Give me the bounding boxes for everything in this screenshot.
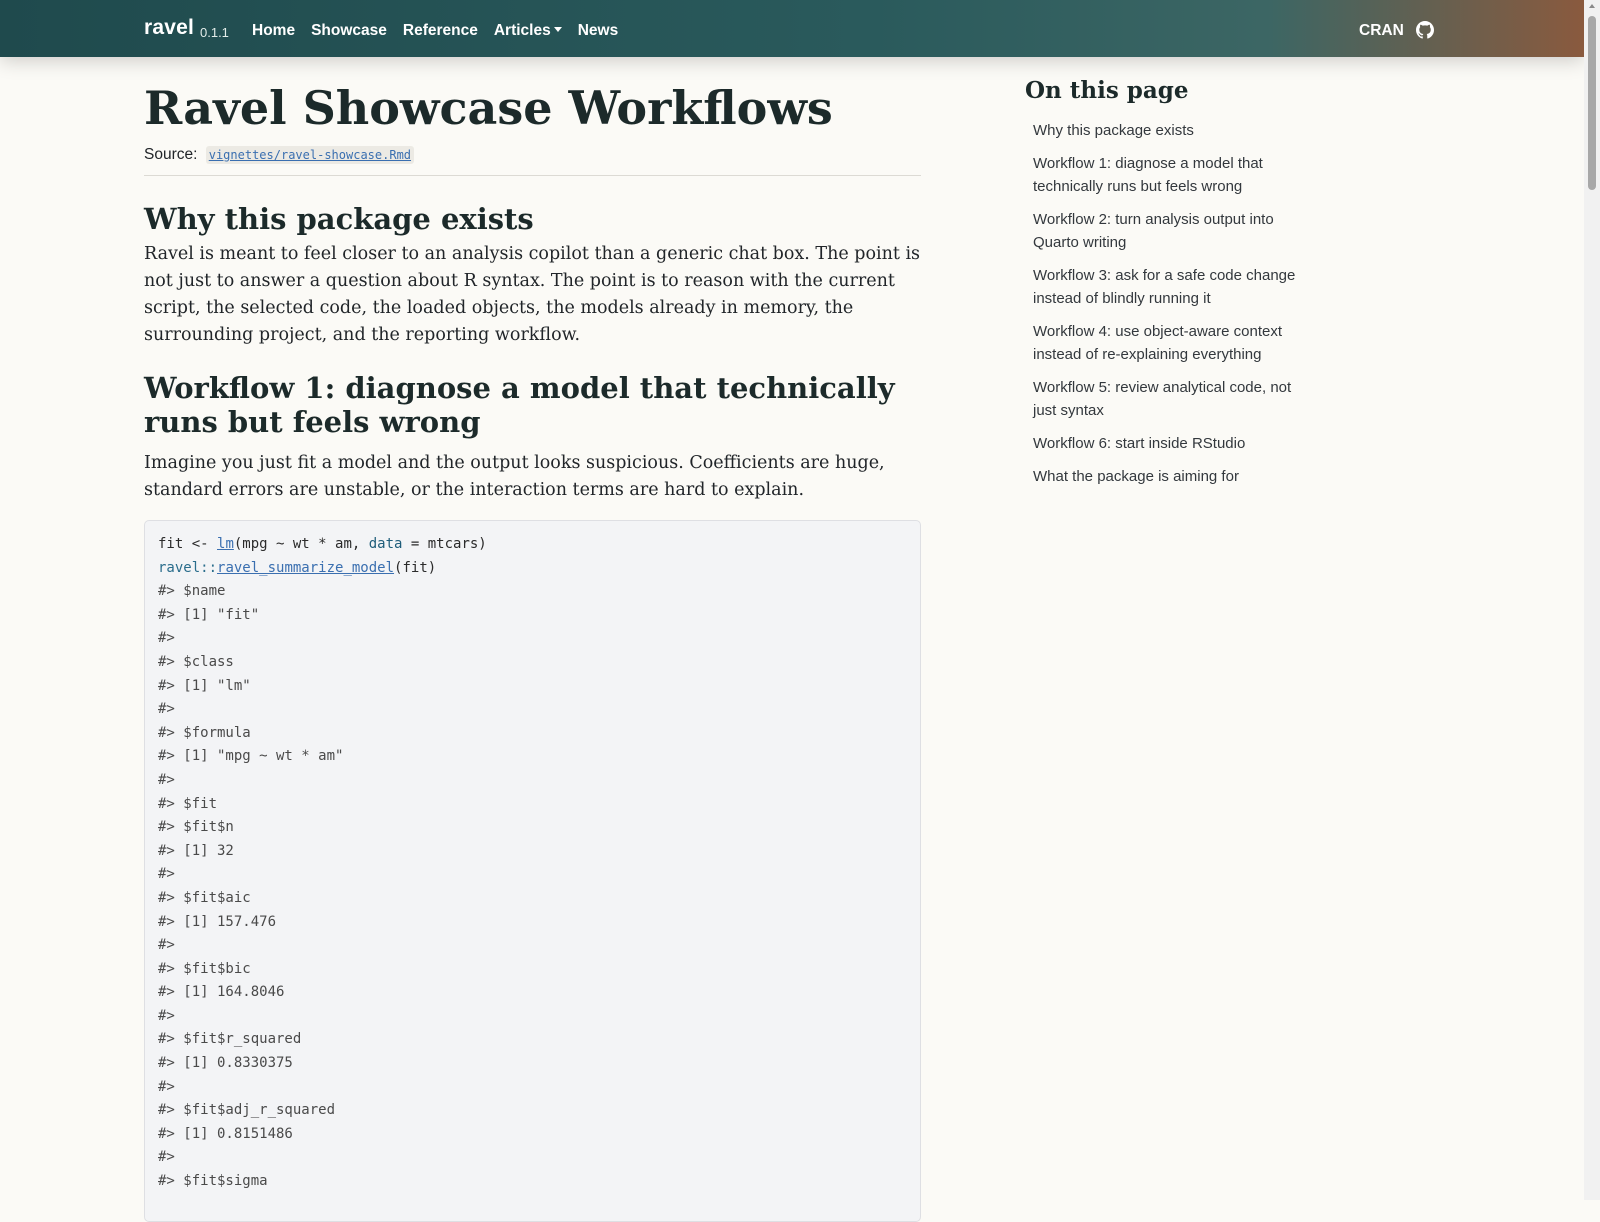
toc-item[interactable]: What the package is aiming for: [1033, 465, 1315, 488]
toc-item[interactable]: Workflow 3: ask for a safe code change i…: [1033, 264, 1315, 310]
code-block: fit <- lm(mpg ~ wt * am, data = mtcars) …: [144, 520, 921, 1222]
source-file-link[interactable]: vignettes/ravel-showcase.Rmd: [205, 146, 415, 164]
code-output-line: #> [1] "lm": [158, 677, 251, 694]
nav-cran[interactable]: CRAN: [1359, 22, 1404, 40]
code-output-line: #>: [158, 1078, 175, 1095]
nav-news[interactable]: News: [578, 22, 619, 40]
toc-item[interactable]: Workflow 1: diagnose a model that techni…: [1033, 152, 1315, 198]
code-token: = mtcars): [402, 536, 487, 552]
code-output-line: #> [1] 0.8330375: [158, 1055, 293, 1072]
code-output-line: #> $fit$aic: [158, 889, 251, 906]
toc-item[interactable]: Workflow 2: turn analysis output into Qu…: [1033, 208, 1315, 254]
code-namespace: ravel::: [158, 559, 218, 576]
lm-function-link[interactable]: lm: [217, 536, 234, 552]
page-title: Ravel Showcase Workflows: [144, 81, 833, 135]
nav-links: Home Showcase Reference Articles News: [252, 22, 634, 40]
section-body-why: Ravel is meant to feel closer to an anal…: [144, 244, 921, 345]
toc-item[interactable]: Workflow 6: start inside RStudio: [1033, 432, 1315, 455]
code-output-line: #>: [158, 630, 175, 647]
code-output-line: #> [1] 157.476: [158, 913, 277, 930]
code-token: fit <-: [158, 536, 218, 552]
code-output-line: #> $class: [158, 653, 234, 670]
version-badge: 0.1.1: [200, 25, 229, 40]
nav-showcase[interactable]: Showcase: [311, 22, 387, 40]
code-output-line: #> $fit$r_squared: [158, 1031, 302, 1048]
scrollbar-thumb[interactable]: [1588, 16, 1596, 190]
chevron-down-icon: [553, 27, 562, 32]
code-line: ravel::ravel_summarize_model(fit): [158, 557, 487, 581]
code-output-line: #> $fit$n: [158, 819, 234, 836]
code-output-line: #>: [158, 937, 175, 954]
code-token: (fit): [394, 559, 437, 576]
code-output-line: #>: [158, 866, 175, 883]
code-output-line: #> [1] 0.8151486: [158, 1125, 293, 1142]
code-output-line: #>: [158, 701, 175, 718]
code-output-line: #> $formula: [158, 724, 251, 741]
code-output-line: #> [1] 164.8046: [158, 984, 285, 1001]
code-token: (mpg ~ wt * am,: [233, 536, 369, 552]
toc-item[interactable]: Why this package exists: [1033, 119, 1315, 142]
section-body-workflow-1: Imagine you just fit a model and the out…: [144, 453, 885, 500]
code-output-line: #> [1] "mpg ~ wt * am": [158, 748, 344, 765]
github-icon[interactable]: [1416, 21, 1434, 39]
top-navbar: ravel 0.1.1 Home Showcase Reference Arti…: [0, 0, 1584, 57]
section-heading-why: Why this package exists: [144, 202, 534, 236]
nav-articles-dropdown[interactable]: Articles: [494, 22, 562, 40]
nav-home[interactable]: Home: [252, 22, 295, 40]
code-lines: fit <- lm(mpg ~ wt * am, data = mtcars) …: [158, 533, 487, 1194]
code-output-line: #> $fit$bic: [158, 960, 251, 977]
source-line: Source: vignettes/ravel-showcase.Rmd: [144, 146, 415, 164]
code-output-line: #> $fit: [158, 795, 218, 812]
scroll-up-arrow-icon[interactable]: [1589, 4, 1595, 8]
nav-reference[interactable]: Reference: [403, 22, 478, 40]
code-output-line: #>: [158, 771, 175, 788]
code-output-line: #> $name: [158, 583, 226, 600]
code-output-line: #> $fit$sigma: [158, 1173, 268, 1190]
code-token: data: [368, 536, 403, 552]
toc-list: Why this package exists Workflow 1: diagn…: [1033, 119, 1315, 498]
code-output-line: #> $fit$adj_r_squared: [158, 1102, 336, 1119]
code-output-line: #> [1] "fit": [158, 606, 260, 623]
brand-link[interactable]: ravel: [144, 16, 194, 40]
code-output-line: #>: [158, 1007, 175, 1024]
ravel-summarize-model-link[interactable]: ravel_summarize_model: [217, 560, 394, 576]
code-line: fit <- lm(mpg ~ wt * am, data = mtcars): [158, 533, 487, 557]
code-output-line: #>: [158, 1149, 175, 1166]
toc-title: On this page: [1025, 77, 1189, 104]
toc-item[interactable]: Workflow 4: use object-aware context ins…: [1033, 320, 1315, 366]
nav-articles-label: Articles: [493, 22, 551, 39]
divider: [144, 175, 921, 176]
source-label: Source:: [144, 146, 198, 163]
toc-item[interactable]: Workflow 5: review analytical code, not …: [1033, 376, 1315, 422]
section-heading-workflow-1: Workflow 1: diagnose a model that techni…: [144, 371, 895, 439]
code-output-line: #> [1] 32: [158, 842, 234, 859]
